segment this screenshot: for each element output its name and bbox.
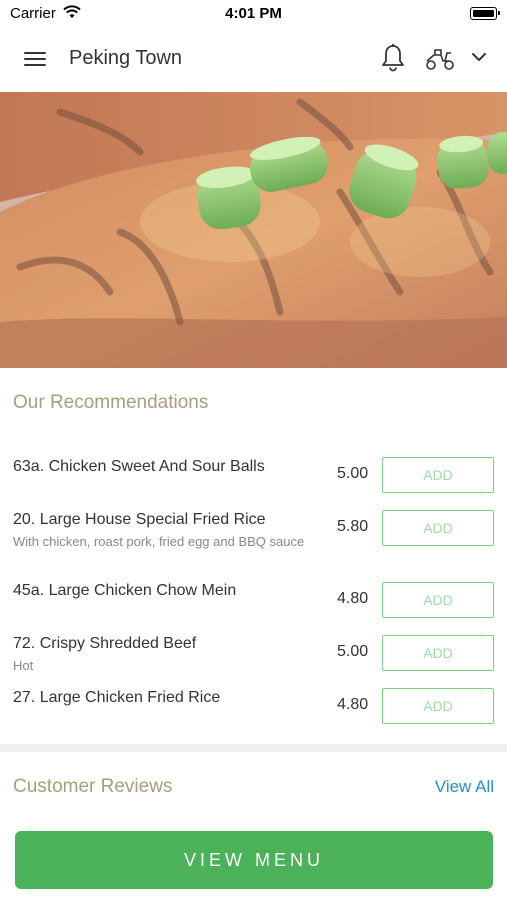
app-header: Peking Town [0, 26, 507, 92]
battery-icon [470, 7, 500, 20]
add-button[interactable]: ADD [382, 688, 494, 724]
section-divider [0, 744, 507, 752]
add-button[interactable]: ADD [382, 510, 494, 546]
item-price: 4.80 [337, 590, 369, 607]
view-menu-button[interactable]: VIEW MENU [15, 831, 493, 889]
status-bar: Carrier 4:01 PM [0, 0, 507, 26]
hero-food-image [0, 92, 507, 368]
item-description: Hot [13, 658, 34, 673]
item-price: 5.00 [337, 465, 369, 482]
item-name: 63a. Chicken Sweet And Sour Balls [13, 458, 265, 475]
clock: 4:01 PM [225, 5, 282, 22]
scooter-icon[interactable] [424, 46, 456, 72]
restaurant-title: Peking Town [69, 47, 183, 69]
item-price: 4.80 [337, 696, 369, 713]
item-price: 5.80 [337, 518, 369, 535]
chevron-down-icon[interactable] [470, 50, 488, 64]
add-button[interactable]: ADD [382, 457, 494, 493]
reviews-heading: Customer Reviews [13, 776, 173, 797]
item-price: 5.00 [337, 643, 369, 660]
item-name: 20. Large House Special Fried Rice [13, 511, 266, 528]
item-name: 72. Crispy Shredded Beef [13, 635, 197, 652]
item-name: 45a. Large Chicken Chow Mein [13, 582, 237, 599]
bell-icon[interactable] [380, 43, 406, 73]
add-button[interactable]: ADD [382, 635, 494, 671]
add-button[interactable]: ADD [382, 582, 494, 618]
item-description: With chicken, roast pork, fried egg and … [13, 534, 305, 549]
item-name: 27. Large Chicken Fried Rice [13, 689, 221, 706]
hamburger-icon[interactable] [24, 50, 46, 68]
view-all-link[interactable]: View All [435, 777, 494, 797]
recommendations-heading: Our Recommendations [13, 392, 209, 413]
